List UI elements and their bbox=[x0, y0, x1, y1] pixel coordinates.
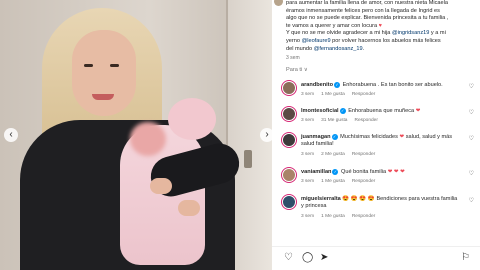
comment-meta: 3 sem 1 Me gusta Responder bbox=[301, 214, 382, 219]
reply-button[interactable]: Responder bbox=[352, 92, 375, 97]
mention-link[interactable]: @ingridsanz19 bbox=[392, 30, 429, 36]
heart-outline-icon[interactable]: ♡ bbox=[469, 197, 474, 204]
woman-eye-left bbox=[84, 64, 93, 67]
heart-emoji: ❤ ❤ ❤ bbox=[387, 169, 405, 175]
woman-hand-lower bbox=[178, 200, 200, 216]
post-caption: para aumentar la familia llena de amor, … bbox=[272, 0, 480, 62]
comment-likes[interactable]: 1 Me gusta bbox=[321, 179, 345, 184]
comment-text: arandbenito ✓ Enhorabuena . Es tan bonito… bbox=[301, 82, 461, 89]
chevron-left-icon[interactable]: ‹ bbox=[4, 128, 18, 142]
author-avatar[interactable] bbox=[274, 0, 283, 6]
comment-username[interactable]: vaniamillan bbox=[301, 169, 331, 175]
mention-link[interactable]: @fernandosanz_19 bbox=[314, 46, 363, 52]
comment-text: miguelsierralta 😍 😍 😍 😍 Bendiciones para… bbox=[301, 196, 461, 211]
caption-line: Y que no se me olvide agradecer a mi hij… bbox=[286, 30, 391, 37]
reply-button[interactable]: Responder bbox=[352, 152, 375, 157]
comment-time: 3 sem bbox=[301, 152, 315, 157]
heart-emoji: ❤ bbox=[415, 108, 421, 114]
bookmark-icon[interactable]: ⚐ bbox=[461, 252, 470, 264]
comment-text: lmontesoficial ✓ Enhorabuena que muñeca ❤ bbox=[301, 108, 461, 115]
caption-line: del mundo bbox=[286, 45, 313, 52]
verified-badge-icon: ✓ bbox=[339, 108, 346, 114]
avatar[interactable] bbox=[282, 81, 296, 95]
comment-item: juanmagan ✓ Muchísimas felicidades ❤ salu… bbox=[272, 132, 480, 166]
heart-eyes-emoji: 😍 😍 😍 😍 bbox=[342, 196, 375, 202]
comment-likes[interactable]: 31 Me gusta bbox=[321, 118, 347, 123]
caption-line: éramos inmensamente felices pero con la … bbox=[286, 7, 440, 14]
comment-time: 3 sem bbox=[301, 118, 315, 123]
baby-hat bbox=[168, 98, 216, 140]
avatar[interactable] bbox=[282, 133, 296, 147]
comment-meta: 3 sem 1 Me gusta Responder bbox=[301, 92, 382, 97]
verified-badge-icon: ✓ bbox=[334, 82, 341, 88]
reply-button[interactable]: Responder bbox=[352, 214, 375, 219]
reply-button[interactable]: Responder bbox=[352, 179, 375, 184]
comment-username[interactable]: juanmagan bbox=[301, 134, 331, 140]
comment-item: miguelsierralta 😍 😍 😍 😍 Bendiciones para… bbox=[272, 194, 480, 228]
heart-outline-icon[interactable]: ♡ bbox=[469, 83, 474, 90]
caption-line: y a mi bbox=[430, 30, 446, 37]
woman-hand bbox=[150, 178, 172, 194]
comment-item: vaniamillan ✓ Qué bonita familia ❤ ❤ ❤ 3 … bbox=[272, 167, 480, 197]
caption-line: te vamos a querer y amar con locura bbox=[286, 22, 378, 29]
comment-username[interactable]: miguelsierralta bbox=[301, 196, 341, 202]
comment-time: 3 sem bbox=[301, 92, 315, 97]
comment-body: Qué bonita familia bbox=[341, 169, 387, 175]
comment-meta: 3 sem 2 Me gusta Responder bbox=[301, 152, 382, 157]
caption-line: por volver hacernos los abuelos más feli… bbox=[332, 37, 441, 44]
send-icon[interactable]: ➤ bbox=[320, 252, 328, 264]
verified-badge-icon: ✓ bbox=[331, 134, 338, 140]
caption-text: para aumentar la familia llena de amor, … bbox=[286, 0, 474, 53]
heart-outline-icon[interactable]: ♡ bbox=[284, 252, 293, 264]
mention-link[interactable]: @leofaure9 bbox=[302, 38, 331, 44]
comments-panel: para aumentar la familia llena de amor, … bbox=[272, 0, 480, 270]
comment-body: Enhorabuena . Es tan bonito ser abuelo. bbox=[342, 82, 443, 88]
post-actions-bar: ♡ ◯ ➤ ⚐ bbox=[272, 246, 480, 270]
comment-meta: 3 sem 1 Me gusta Responder bbox=[301, 179, 382, 184]
comment-filter-dropdown[interactable]: Para ti ∨ bbox=[286, 67, 308, 73]
comment-text: vaniamillan ✓ Qué bonita familia ❤ ❤ ❤ bbox=[301, 169, 461, 176]
comment-likes[interactable]: 1 Me gusta bbox=[321, 92, 345, 97]
comment-body: Muchísimas felicidades bbox=[340, 134, 398, 140]
reply-button[interactable]: Responder bbox=[354, 118, 377, 123]
woman-mouth bbox=[92, 94, 114, 100]
avatar[interactable] bbox=[282, 195, 296, 209]
avatar[interactable] bbox=[282, 107, 296, 121]
comment-body: Enhorabuena que muñeca bbox=[348, 108, 415, 114]
heart-emoji: ❤ bbox=[399, 134, 405, 140]
comment-icon[interactable]: ◯ bbox=[302, 252, 313, 264]
caption-line: algo que no se puede explicar. Bienvenid… bbox=[286, 15, 449, 22]
comment-time: 3 sem bbox=[301, 179, 315, 184]
heart-outline-icon[interactable]: ♡ bbox=[469, 109, 474, 116]
heart-outline-icon[interactable]: ♡ bbox=[469, 170, 474, 177]
caption-timestamp[interactable]: 3 sem bbox=[286, 55, 474, 61]
caption-line: para aumentar la familia llena de amor, … bbox=[286, 0, 448, 6]
comment-text: juanmagan ✓ Muchísimas felicidades ❤ salu… bbox=[301, 134, 461, 149]
woman-face bbox=[72, 30, 136, 116]
comment-username[interactable]: arandbenito bbox=[301, 82, 333, 88]
heart-emoji: ♥ bbox=[378, 22, 382, 29]
caption-line: yerno bbox=[286, 37, 300, 44]
comment-meta: 3 sem 31 Me gusta Responder bbox=[301, 118, 385, 123]
caption-line: . bbox=[362, 45, 365, 52]
chevron-right-icon[interactable]: › bbox=[260, 128, 272, 142]
baby-face-blurred bbox=[130, 122, 166, 156]
heart-outline-icon[interactable]: ♡ bbox=[469, 135, 474, 142]
door-handle bbox=[244, 150, 252, 168]
comment-time: 3 sem bbox=[301, 214, 315, 219]
woman-eye-right bbox=[110, 64, 119, 67]
comment-likes[interactable]: 1 Me gusta bbox=[321, 214, 345, 219]
avatar[interactable] bbox=[282, 168, 296, 182]
verified-badge-icon: ✓ bbox=[332, 169, 339, 175]
post-photo[interactable]: ‹ › bbox=[0, 0, 272, 270]
comment-likes[interactable]: 2 Me gusta bbox=[321, 152, 345, 157]
comment-username[interactable]: lmontesoficial bbox=[301, 108, 339, 114]
